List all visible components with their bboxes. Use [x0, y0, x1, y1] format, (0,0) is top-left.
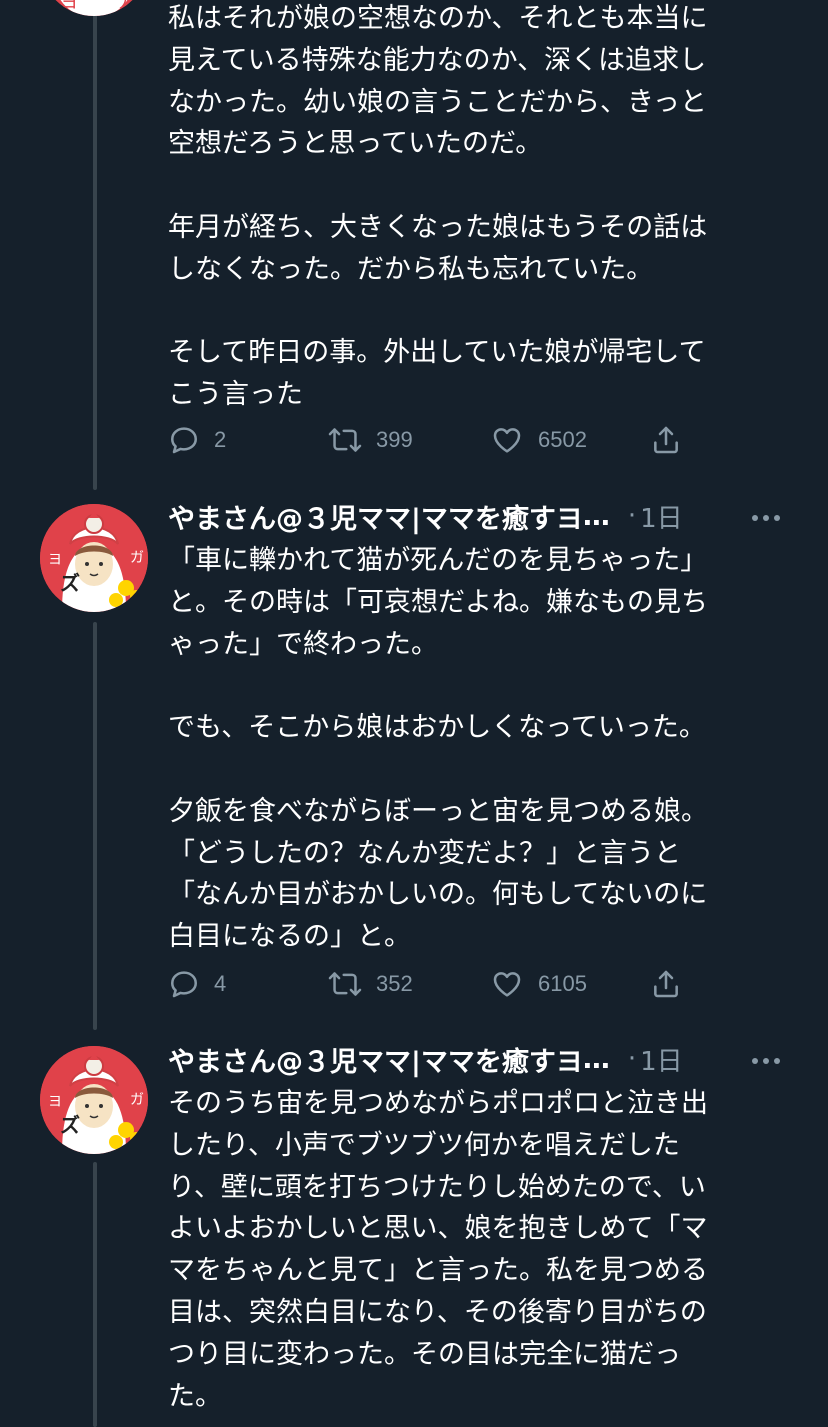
share-upload-icon — [650, 967, 682, 1001]
author-name[interactable]: やまさん@３児ママ|ママを癒すヨ — [168, 1040, 583, 1079]
separator-dot: · — [627, 1044, 637, 1074]
tweet-actions: 4 352 6105 — [168, 962, 708, 1006]
tweet-timestamp[interactable]: 1日 — [640, 1041, 683, 1078]
reply-bubble-icon — [168, 968, 200, 1000]
share-upload-icon — [650, 423, 682, 457]
more-dots-icon — [751, 1050, 781, 1069]
svg-text:ヨ: ヨ — [60, 0, 78, 13]
tweet-text: 私はそれが娘の空想なのか、それとも本当に 見えている特殊な能力なのか、深くは追求… — [168, 3, 708, 411]
tweet-actions: 2 399 6502 — [168, 418, 708, 462]
heart-icon — [490, 968, 524, 1000]
tweet-text: そのうち宙を見つめながらポロポロと泣き出 したり、小声でブツブツ何かを唱えだした… — [168, 1088, 708, 1412]
more-dots-icon — [751, 507, 781, 526]
author-avatar[interactable]: ヨ ガ — [40, 0, 148, 16]
author-avatar[interactable]: ズ ヨ ガ — [40, 504, 148, 612]
retweet-arrows-icon — [328, 968, 362, 1000]
svg-text:ガ: ガ — [130, 1092, 144, 1108]
tweet-text: 「車に轢かれて猫が死んだのを見ちゃった」 と。その時は「可哀想だよね。嫌なもの見… — [168, 545, 708, 953]
like-count: 6105 — [538, 971, 587, 996]
reply-button[interactable]: 2 — [168, 418, 226, 462]
heart-icon — [490, 424, 524, 456]
like-button[interactable]: 6502 — [490, 418, 587, 462]
thread-line-bottom — [93, 1162, 97, 1427]
share-button[interactable] — [650, 418, 682, 462]
reply-bubble-icon — [168, 424, 200, 456]
name-ellipsis: … — [582, 500, 610, 532]
svg-text:ガ: ガ — [118, 0, 136, 13]
share-button[interactable] — [650, 962, 682, 1006]
tweet-header: やまさん@３児ママ|ママを癒すヨ … · 1日 — [168, 1039, 788, 1079]
author-avatar[interactable]: ズ ヨ ガ — [40, 1046, 148, 1154]
retweet-button[interactable]: 352 — [328, 962, 413, 1006]
retweet-button[interactable]: 399 — [328, 418, 413, 462]
retweet-arrows-icon — [328, 424, 362, 456]
reply-button[interactable]: 4 — [168, 962, 226, 1006]
more-options-button[interactable] — [744, 496, 788, 536]
thread-line-middle — [93, 622, 97, 1030]
svg-text:ヨ: ヨ — [48, 552, 62, 568]
more-options-button[interactable] — [744, 1039, 788, 1079]
reply-count: 2 — [214, 427, 227, 452]
svg-text:ズ: ズ — [60, 1113, 80, 1137]
thread-line-top — [93, 0, 97, 490]
author-name[interactable]: やまさん@３児ママ|ママを癒すヨ — [168, 497, 583, 536]
tweet-header: やまさん@３児ママ|ママを癒すヨ … · 1日 — [168, 496, 788, 536]
svg-text:ヨ: ヨ — [48, 1094, 62, 1110]
svg-text:ズ: ズ — [60, 571, 80, 595]
svg-text:ガ: ガ — [130, 550, 144, 566]
tweet-timestamp[interactable]: 1日 — [640, 498, 683, 535]
like-count: 6502 — [538, 427, 587, 452]
separator-dot: · — [627, 501, 637, 531]
retweet-count: 399 — [376, 427, 413, 452]
name-ellipsis: … — [582, 1043, 610, 1075]
retweet-count: 352 — [376, 971, 413, 996]
like-button[interactable]: 6105 — [490, 962, 587, 1006]
reply-count: 4 — [214, 971, 227, 996]
